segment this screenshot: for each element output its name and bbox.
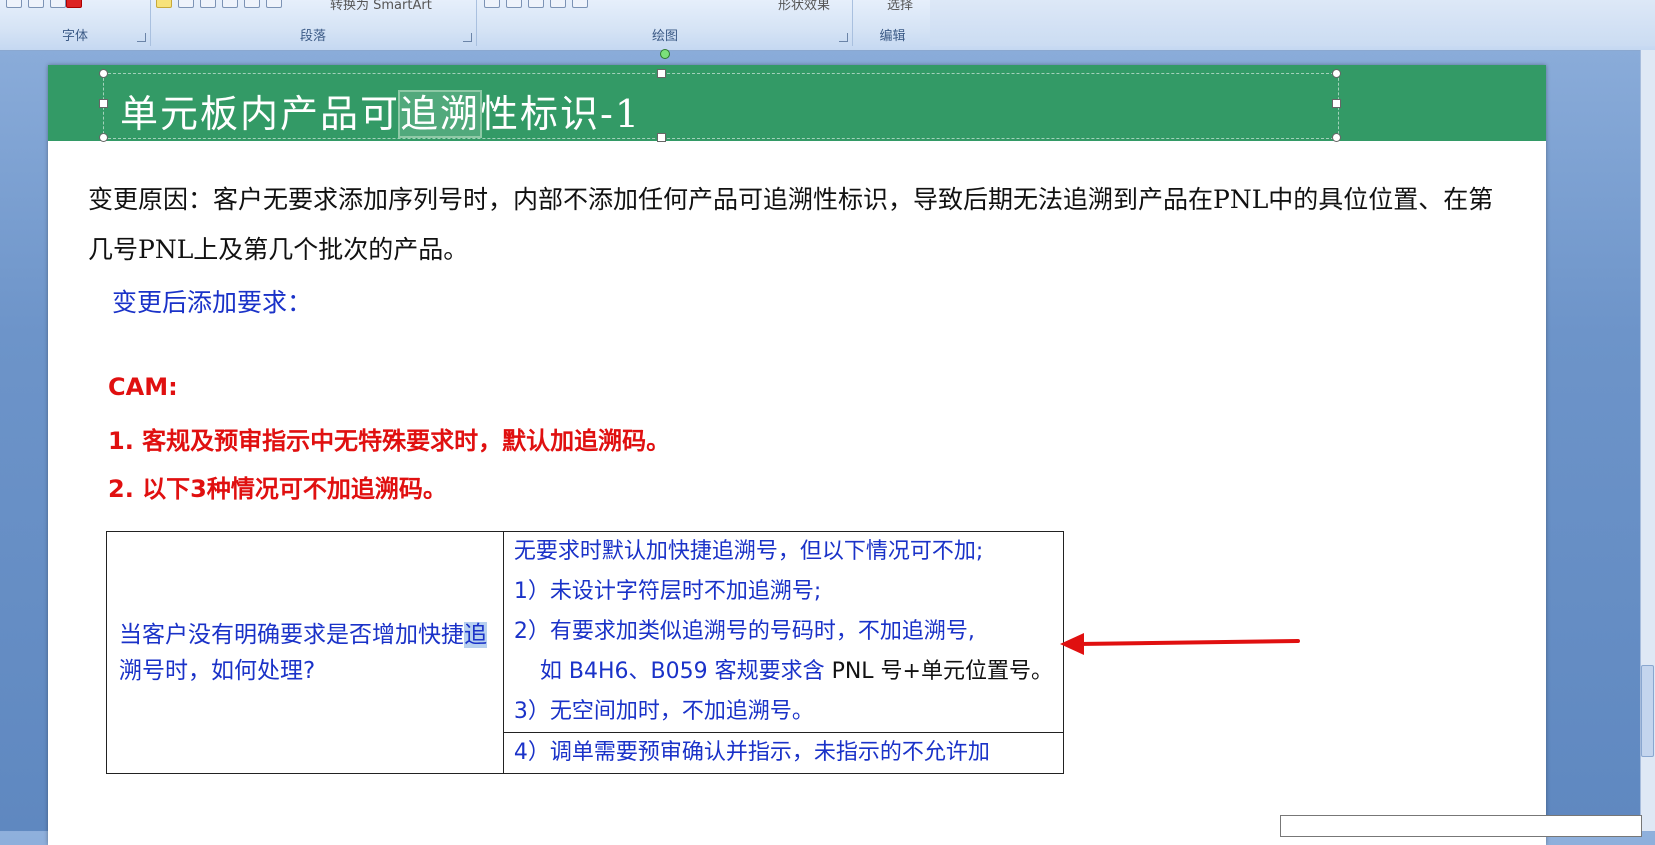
ribbon-group-font: 字体: [0, 0, 151, 46]
font-tools: [6, 0, 82, 8]
question-highlight: 追: [464, 621, 487, 648]
ribbon-empty-area: [930, 0, 1655, 46]
convert-smartart-button[interactable]: 转换为 SmartArt: [330, 0, 432, 13]
text-effects-icon[interactable]: [6, 0, 22, 8]
question-text: 当客户没有明确要求是否增加快捷: [119, 621, 464, 648]
resize-handle[interactable]: [1332, 69, 1341, 78]
resize-handle[interactable]: [657, 133, 666, 142]
ribbon-group-label: 编辑: [879, 29, 906, 44]
resize-handle[interactable]: [1332, 99, 1341, 108]
font-color-icon[interactable]: [66, 0, 82, 8]
rotate-handle-icon[interactable]: [660, 49, 670, 59]
distribute-icon[interactable]: [244, 0, 260, 8]
resize-handle[interactable]: [1332, 133, 1341, 142]
drawing-tools: [484, 0, 588, 8]
question-text: 溯号时，如何处理?: [119, 657, 316, 684]
slide-title[interactable]: 单元板内产品可追溯性标识-1: [120, 83, 641, 138]
title-text-part: 单元板内产品可: [120, 92, 401, 136]
ribbon: 字体 转换为 SmartArt 段落 形状效果 绘图 选择 编辑: [0, 0, 1655, 51]
align-right-icon[interactable]: [200, 0, 216, 8]
dialog-launcher-icon[interactable]: [839, 33, 848, 42]
title-text-part: 性标识-1: [480, 92, 642, 136]
shape-effects-button[interactable]: 形状效果: [778, 0, 830, 13]
cam-item-1: 1. 客规及预审指示中无特殊要求时，默认加追溯码。: [108, 427, 671, 455]
resize-handle[interactable]: [99, 133, 108, 142]
justify-icon[interactable]: [222, 0, 238, 8]
answer-line: 2）有要求加类似追溯号的号码时，不加追溯号,: [513, 619, 975, 644]
resize-handle[interactable]: [99, 69, 108, 78]
shape-line-icon[interactable]: [528, 0, 544, 8]
title-bar: 单元板内产品可追溯性标识-1: [48, 49, 1546, 142]
answer-line-black: PNL 号+单元位置号。: [831, 659, 1053, 684]
cam-heading: CAM:: [108, 373, 178, 401]
answer-line: 1）未设计字符层时不加追溯号;: [513, 579, 822, 604]
font-size-icon[interactable]: [50, 0, 66, 8]
shape-rectangle-icon[interactable]: [484, 0, 500, 8]
scrollbar-thumb[interactable]: [1641, 665, 1654, 757]
paragraph-tools: [156, 0, 282, 8]
ribbon-group-paragraph: 转换为 SmartArt 段落: [150, 0, 477, 46]
requirements-table: 当客户没有明确要求是否增加快捷追溯号时，如何处理? 无要求时默认加快捷追溯号，但…: [106, 531, 1065, 774]
ribbon-group-label: 字体: [61, 29, 88, 44]
answer-line: 无要求时默认加快捷追溯号，但以下情况可不加;: [513, 539, 984, 564]
shape-arrow-icon[interactable]: [506, 0, 522, 8]
document-page: 单元板内产品可追溯性标识-1 变更原因：客户无要求添加序列号时，内部不添加任何产…: [48, 49, 1546, 845]
answer-cell[interactable]: 无要求时默认加快捷追溯号，但以下情况可不加; 1）未设计字符层时不加追溯号; 2…: [502, 531, 1065, 733]
shape-curve-icon[interactable]: [550, 0, 566, 8]
after-change-heading: 变更后添加要求：: [112, 288, 313, 317]
cam-item-2: 2. 以下3种情况可不加追溯码。: [108, 475, 447, 503]
answer-line: 如 B4H6、B059 客规要求含 PNL 号+单元位置号。: [514, 652, 1053, 692]
shape-brace-icon[interactable]: [572, 0, 588, 8]
ribbon-group-editing: 选择 编辑: [855, 0, 931, 46]
resize-handle[interactable]: [99, 99, 108, 108]
answer-line: 3）无空间加时，不加追溯号。: [513, 699, 814, 724]
popup-window-stub: [1280, 815, 1642, 837]
dialog-launcher-icon[interactable]: [463, 33, 472, 42]
ribbon-group-label: 绘图: [651, 29, 678, 44]
question-cell[interactable]: 当客户没有明确要求是否增加快捷追溯号时，如何处理?: [106, 531, 504, 774]
dialog-launcher-icon[interactable]: [137, 33, 146, 42]
arrow-annotation-icon: [1060, 633, 1300, 655]
swap-icon[interactable]: [28, 0, 44, 8]
ribbon-group-drawing: 形状效果 绘图: [478, 0, 853, 46]
ribbon-group-label: 段落: [299, 29, 326, 44]
vertical-scrollbar[interactable]: [1640, 50, 1655, 831]
answer-line: 4）调单需要预审确认并指示，未指示的不允许加: [513, 740, 990, 765]
align-center-icon[interactable]: [178, 0, 194, 8]
reason-paragraph: 变更原因：客户无要求添加序列号时，内部不添加任何产品可追溯性标识，导致后期无法追…: [88, 185, 1494, 264]
title-selected-text: 追溯: [398, 90, 483, 138]
align-left-icon[interactable]: [156, 0, 172, 8]
select-button[interactable]: 选择: [887, 0, 913, 13]
columns-icon[interactable]: [266, 0, 282, 8]
resize-handle[interactable]: [657, 69, 666, 78]
answer-cell[interactable]: 4）调单需要预审确认并指示，未指示的不允许加: [502, 732, 1065, 774]
answer-line-prefix: 如 B4H6、B059 客规要求含: [539, 659, 832, 684]
